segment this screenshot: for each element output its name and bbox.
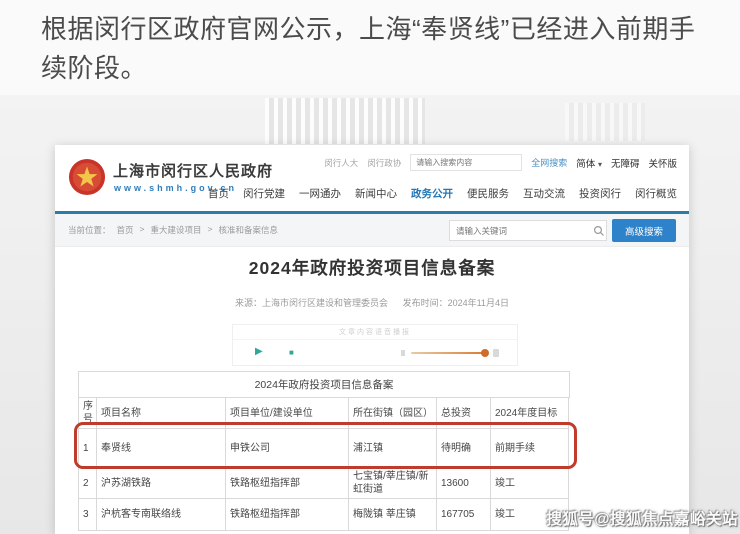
cell-project-name: 奉贤线 [97, 429, 226, 468]
breadcrumb-level1[interactable]: 重大建设项目 [151, 224, 202, 236]
watermark: 搜狐号@搜狐焦点嘉峪关站 [546, 507, 738, 529]
breadcrumb-level2[interactable]: 核准和备案信息 [218, 224, 278, 236]
nav-item-interaction[interactable]: 互动交流 [523, 186, 565, 201]
main-nav: 首页 闵行党建 一网通办 新闻中心 政务公开 便民服务 互动交流 投资闵行 闵行… [208, 186, 677, 201]
audio-player-controls: ▶ ■ [233, 340, 517, 365]
cell-index: 1 [79, 429, 97, 468]
audio-player-label: 文章内容语音播报 [233, 325, 517, 340]
nav-item-services[interactable]: 便民服务 [467, 186, 509, 201]
table-header-row: 序号 项目名称 项目单位/建设单位 所在街镇（园区） 总投资 2024年度目标 [79, 398, 570, 429]
breadcrumb-separator: > [140, 224, 145, 236]
article-publish-time: 发布时间：2024年11月4日 [403, 298, 509, 308]
col-header-investment: 总投资 [437, 398, 491, 429]
breadcrumb-separator: > [208, 224, 213, 236]
accessibility-link[interactable]: 无障碍 [611, 156, 640, 170]
care-version-link[interactable]: 关怀版 [648, 156, 677, 170]
projects-table: 2024年政府投资项目信息备案 序号 项目名称 项目单位/建设单位 所在街镇（园… [78, 371, 570, 531]
cell-target: 竣工 [491, 468, 569, 499]
cell-investment: 167705 [437, 499, 491, 531]
speaker-icon [493, 349, 499, 357]
nav-item-invest[interactable]: 投资闵行 [579, 186, 621, 201]
breadcrumb-prefix: 当前位置： [68, 224, 111, 236]
screenshot-root: 根据闵行区政府官网公示，上海“奉贤线”已经进入前期手续阶段。 上海市闵行区人民政… [0, 0, 740, 534]
cell-index: 3 [79, 499, 97, 531]
site-header: 上海市闵行区人民政府 www.shmh.gov.cn 闵行人大 闵行政协 全网搜… [55, 145, 689, 211]
search-icon[interactable] [592, 224, 606, 238]
cell-town: 梅陇镇 莘庄镇 [349, 499, 437, 531]
cell-investment: 13600 [437, 468, 491, 499]
table-caption: 2024年政府投资项目信息备案 [79, 372, 570, 398]
keyword-search-input[interactable] [450, 226, 592, 236]
volume-icon [401, 350, 405, 356]
breadcrumb: 当前位置： 首页 > 重大建设项目 > 核准和备案信息 [68, 224, 278, 236]
cell-project-name: 沪苏湖铁路 [97, 468, 226, 499]
chevron-down-icon: ▾ [598, 160, 602, 169]
keyword-search-box [449, 220, 607, 241]
page-title: 2024年政府投资项目信息备案 [55, 255, 689, 280]
nav-item-overview[interactable]: 闵行概览 [635, 186, 677, 201]
nav-item-news[interactable]: 新闻中心 [355, 186, 397, 201]
header-search-input[interactable] [410, 154, 522, 171]
cell-investment: 待明确 [437, 429, 491, 468]
gov-website-card: 上海市闵行区人民政府 www.shmh.gov.cn 闵行人大 闵行政协 全网搜… [55, 145, 689, 534]
article-headline: 根据闵行区政府官网公示，上海“奉贤线”已经进入前期手续阶段。 [41, 10, 711, 88]
col-header-unit: 项目单位/建设单位 [226, 398, 349, 429]
nav-item-party[interactable]: 闵行党建 [243, 186, 285, 201]
utility-bar: 闵行人大 闵行政协 全网搜索 简体 ▾ 无障碍 关怀版 [324, 154, 677, 171]
table-row: 1 奉贤线 申铁公司 浦江镇 待明确 前期手续 [79, 429, 570, 468]
col-header-town: 所在街镇（园区） [349, 398, 437, 429]
link-minhang-cppcc[interactable]: 闵行政协 [367, 157, 401, 169]
play-icon[interactable]: ▶ [255, 345, 263, 359]
cell-unit: 申铁公司 [226, 429, 349, 468]
background-texture [265, 98, 425, 144]
stop-icon[interactable]: ■ [289, 346, 294, 360]
cell-project-name: 沪杭客专南联络线 [97, 499, 226, 531]
table-row: 2 沪苏湖铁路 铁路枢纽指挥部 七宝镇/莘庄镇/新虹街道 13600 竣工 [79, 468, 570, 499]
volume-slider[interactable] [411, 352, 487, 354]
volume-slider-knob[interactable] [481, 349, 489, 357]
breadcrumb-bar: 当前位置： 首页 > 重大建设项目 > 核准和备案信息 高级搜索 [55, 214, 689, 247]
cell-unit: 铁路枢纽指挥部 [226, 468, 349, 499]
audio-player: 文章内容语音播报 ▶ ■ [232, 324, 518, 366]
background-texture [565, 103, 645, 141]
breadcrumb-home[interactable]: 首页 [117, 224, 134, 236]
sitewide-search-link[interactable]: 全网搜索 [531, 156, 567, 169]
link-minhang-peoples-congress[interactable]: 闵行人大 [324, 157, 358, 169]
advanced-search-button[interactable]: 高级搜索 [612, 219, 676, 242]
col-header-index: 序号 [79, 398, 97, 429]
table-row: 3 沪杭客专南联络线 铁路枢纽指挥部 梅陇镇 莘庄镇 167705 竣工 [79, 499, 570, 531]
nav-item-one-portal[interactable]: 一网通办 [299, 186, 341, 201]
article-source: 来源：上海市闵行区建设和管理委员会 [235, 298, 388, 308]
col-header-2024-target: 2024年度目标 [491, 398, 569, 429]
col-header-project-name: 项目名称 [97, 398, 226, 429]
nav-item-home[interactable]: 首页 [208, 186, 229, 201]
article-meta: 来源：上海市闵行区建设和管理委员会 发布时间：2024年11月4日 [55, 296, 689, 309]
nav-item-gov-info[interactable]: 政务公开 [411, 186, 453, 201]
national-emblem-logo [68, 158, 106, 196]
cell-unit: 铁路枢纽指挥部 [226, 499, 349, 531]
cell-town: 浦江镇 [349, 429, 437, 468]
cell-index: 2 [79, 468, 97, 499]
cell-town: 七宝镇/莘庄镇/新虹街道 [349, 468, 437, 499]
cell-target: 前期手续 [491, 429, 569, 468]
site-title: 上海市闵行区人民政府 [113, 160, 273, 181]
language-select[interactable]: 简体 ▾ [576, 156, 602, 170]
